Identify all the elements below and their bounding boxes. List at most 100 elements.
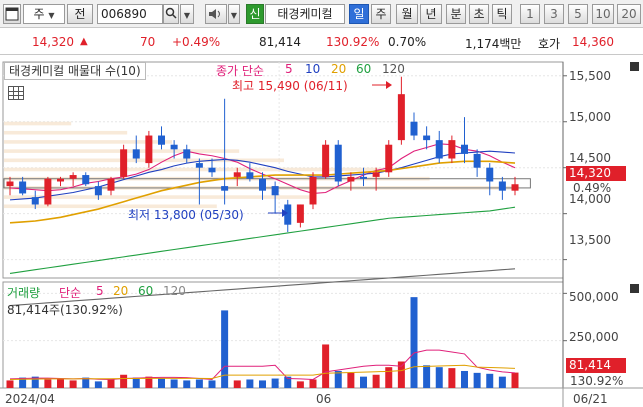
volume-value: 81,414: [259, 35, 301, 49]
interval-10[interactable]: 10: [592, 4, 614, 24]
period-label: 월: [401, 7, 413, 21]
interval-20[interactable]: 20: [617, 4, 641, 24]
volume-bar: [221, 310, 229, 388]
volume-bar: [385, 367, 393, 388]
period-tick[interactable]: 틱: [492, 4, 512, 24]
period-label: 주: [375, 7, 387, 21]
candle-body: [448, 140, 456, 159]
volume-ratio: 130.92%: [326, 35, 380, 49]
candle-body: [19, 181, 27, 194]
volume-bar: [334, 370, 342, 388]
prev-button[interactable]: 전: [67, 4, 93, 24]
volume-bar: [360, 376, 367, 388]
interval-1[interactable]: 1: [520, 4, 540, 24]
volume-profile-bar: [4, 130, 128, 135]
sound-dropdown[interactable]: ▼: [228, 4, 240, 24]
new-badge: 신: [246, 4, 264, 24]
panel-maximize-icon[interactable]: [630, 62, 639, 71]
price-chart[interactable]: [0, 56, 643, 407]
candle-body: [461, 144, 468, 154]
candle-body: [233, 172, 241, 177]
period-minute[interactable]: 분: [446, 4, 466, 24]
sound-button[interactable]: [205, 4, 227, 24]
volume-bar: [461, 370, 468, 388]
interval-label: 20: [621, 7, 637, 21]
candle-body: [322, 144, 330, 177]
market-select[interactable]: 주 ▼: [23, 4, 65, 24]
quote-bar: 14,320 ▲ 70 +0.49% 81,414 130.92% 0.70% …: [0, 29, 643, 55]
market-select-label: 주: [33, 7, 45, 21]
volume-bar: [498, 376, 506, 388]
current-volume-pct: 130.92%: [570, 374, 624, 388]
ask-label: 호가: [538, 37, 561, 51]
volume-bar: [486, 373, 494, 388]
period-second[interactable]: 초: [469, 4, 489, 24]
current-price-pct: 0.49%: [573, 181, 612, 195]
chevron-down-icon: ▼: [48, 11, 55, 20]
stock-code-input[interactable]: 006890: [97, 4, 163, 24]
candle-body: [195, 163, 203, 168]
panel-maximize-icon[interactable]: [630, 284, 639, 293]
volume-ma-20: 20: [113, 284, 129, 298]
low-annotation: 최저 13,800 (05/30): [128, 208, 244, 222]
candle-body: [511, 184, 519, 191]
stock-name: 태경케미컬: [265, 4, 345, 24]
volume-bar: [69, 380, 77, 388]
volume-bar: [397, 361, 405, 388]
price-change-pct: +0.49%: [172, 35, 221, 49]
candle-body: [271, 186, 279, 196]
period-day[interactable]: 일: [349, 4, 369, 24]
candle-body: [82, 175, 90, 185]
period-label: 틱: [496, 7, 508, 21]
candle-body: [44, 178, 52, 205]
period-label: 일: [353, 7, 365, 21]
price-change: 70: [140, 35, 156, 49]
candle-body: [385, 144, 393, 173]
candle-body: [423, 135, 431, 141]
chart-legend-title[interactable]: 태경케미컬 매물대 수(10): [4, 62, 146, 80]
prev-button-label: 전: [74, 7, 86, 21]
period-week[interactable]: 주: [371, 4, 391, 24]
candle-body: [435, 140, 443, 159]
candle-body: [372, 172, 380, 177]
candle-body: [498, 181, 506, 191]
volume-bar: [170, 379, 178, 388]
volume-bar: [271, 378, 279, 388]
interval-label: 3: [550, 7, 558, 21]
candle-body: [347, 176, 355, 182]
trade-amount: 1,174백만: [465, 37, 522, 51]
interval-3[interactable]: 3: [544, 4, 564, 24]
grid-icon[interactable]: [8, 86, 24, 100]
volume-ma-5: 5: [96, 284, 104, 298]
candle-body: [57, 178, 64, 182]
window-icon[interactable]: [3, 4, 21, 24]
period-month[interactable]: 월: [396, 4, 418, 24]
search-button[interactable]: [163, 4, 179, 24]
candle-body: [145, 135, 153, 164]
price-tick: 14,500: [569, 151, 611, 165]
volume-ma-60: 60: [138, 284, 154, 298]
interval-5[interactable]: 5: [568, 4, 588, 24]
ma-legend-10: 10: [305, 62, 321, 76]
candle-body: [107, 178, 115, 191]
volume-bar: [322, 344, 330, 388]
stock-code-value: 006890: [101, 7, 147, 21]
stock-name-label: 태경케미컬: [277, 7, 333, 21]
candle-body: [183, 149, 191, 159]
volume-bar: [259, 380, 266, 388]
candle-body: [486, 167, 494, 182]
time-mid: 06: [316, 392, 332, 406]
volume-bar: [233, 380, 241, 388]
volume-bar: [473, 372, 481, 388]
price-tick: 15,500: [569, 69, 611, 83]
candle-body: [259, 178, 266, 191]
dropdown-button[interactable]: ▼: [180, 4, 194, 24]
volume-bar: [246, 379, 254, 388]
period-label: 분: [450, 7, 462, 21]
period-label: 년: [425, 7, 437, 21]
price-tick: 13,500: [569, 233, 611, 247]
candle-body: [170, 144, 178, 150]
period-year[interactable]: 년: [420, 4, 442, 24]
high-annotation: 최고 15,490 (06/11): [232, 79, 348, 93]
volume-bar: [120, 374, 128, 388]
